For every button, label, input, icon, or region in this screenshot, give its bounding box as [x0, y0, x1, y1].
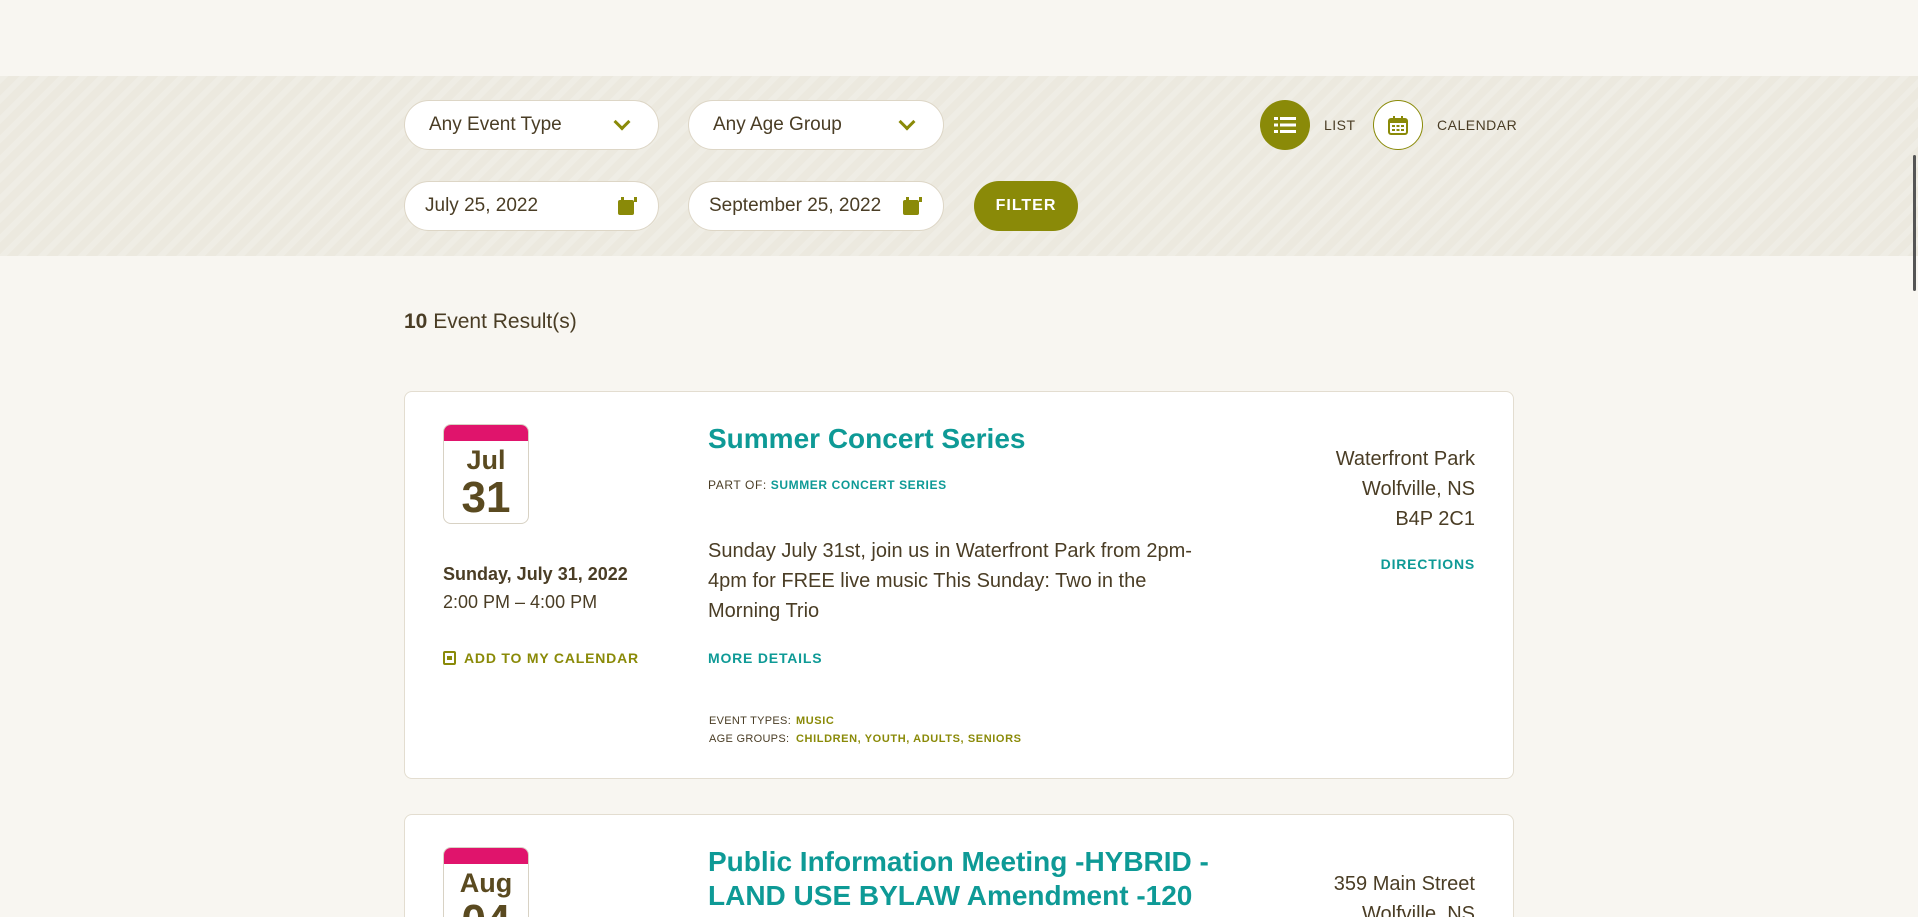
event-datetime: Sunday, July 31, 2022 2:00 PM – 4:00 PM — [443, 560, 628, 616]
calendar-add-icon — [443, 651, 456, 665]
list-icon — [1274, 117, 1296, 133]
event-type-select[interactable]: Any Event Type — [404, 100, 659, 150]
list-view-button[interactable] — [1260, 100, 1310, 150]
start-date-value: July 25, 2022 — [425, 195, 539, 216]
more-details-link[interactable]: MORE DETAILS — [708, 650, 822, 666]
event-title-link[interactable]: Summer Concert Series — [708, 422, 1228, 456]
results-label: Event Result(s) — [433, 310, 577, 333]
calendar-view-label[interactable]: CALENDAR — [1437, 117, 1517, 133]
list-view-label[interactable]: LIST — [1324, 117, 1356, 133]
date-badge-month: Jul — [466, 445, 506, 475]
date-badge-month: Aug — [459, 868, 513, 898]
part-of-link[interactable]: SUMMER CONCERT SERIES — [771, 478, 947, 492]
event-address: Waterfront Park Wolfville, NS B4P 2C1 — [1336, 444, 1475, 534]
date-badge-top — [444, 848, 528, 864]
end-date-value: September 25, 2022 — [709, 195, 882, 216]
event-types-value[interactable]: MUSIC — [796, 712, 834, 730]
address-line: B4P 2C1 — [1395, 508, 1475, 530]
date-badge: Aug 04 — [443, 847, 529, 917]
calendar-icon — [903, 197, 922, 215]
part-of: PART OF: SUMMER CONCERT SERIES — [708, 478, 947, 492]
date-badge: Jul 31 — [443, 424, 529, 524]
results-count: 10 Event Result(s) — [404, 310, 577, 334]
results-number: 10 — [404, 310, 428, 333]
directions-link[interactable]: DIRECTIONS — [1381, 556, 1475, 572]
address-line: 359 Main Street — [1333, 873, 1475, 895]
filter-button[interactable]: FILTER — [974, 181, 1078, 231]
date-badge-day: 31 — [461, 473, 511, 522]
calendar-icon — [1388, 116, 1408, 135]
date-badge-top — [444, 425, 528, 441]
event-card: Aug 04 Public Information Meeting -HYBRI… — [404, 814, 1514, 917]
add-to-calendar-link[interactable]: ADD TO MY CALENDAR — [443, 650, 639, 666]
address-line: Wolfville, NS — [1362, 903, 1475, 917]
event-title-link[interactable]: Public Information Meeting -HYBRID -LAND… — [708, 845, 1228, 913]
event-date: Sunday, July 31, 2022 — [443, 564, 628, 584]
event-type-value: Any Event Type — [429, 114, 562, 135]
address-line: Waterfront Park — [1335, 448, 1475, 470]
event-time: 2:00 PM – 4:00 PM — [443, 592, 598, 612]
event-meta: EVENT TYPES: MUSIC AGE GROUPS: CHILDREN,… — [709, 712, 1022, 748]
age-groups-value[interactable]: CHILDREN, YOUTH, ADULTS, SENIORS — [796, 730, 1022, 748]
filter-band — [0, 76, 1918, 256]
calendar-view-button[interactable] — [1373, 100, 1423, 150]
date-badge-day: 04 — [444, 899, 528, 917]
scrollbar[interactable] — [1913, 155, 1916, 291]
add-to-calendar-label: ADD TO MY CALENDAR — [464, 650, 639, 666]
start-date-input[interactable]: July 25, 2022 — [404, 181, 659, 231]
calendar-icon — [618, 197, 637, 215]
address-line: Wolfville, NS — [1362, 478, 1475, 500]
age-group-select[interactable]: Any Age Group — [688, 100, 944, 150]
chevron-down-icon — [613, 113, 631, 131]
age-group-value: Any Age Group — [713, 114, 842, 135]
end-date-input[interactable]: September 25, 2022 — [688, 181, 944, 231]
event-address: 359 Main Street Wolfville, NS — [1334, 869, 1475, 917]
age-groups-label: AGE GROUPS: — [709, 733, 790, 745]
chevron-down-icon — [898, 113, 916, 131]
event-types-label: EVENT TYPES: — [709, 715, 792, 727]
event-card: Jul 31 Sunday, July 31, 2022 2:00 PM – 4… — [404, 391, 1514, 779]
part-of-label: PART OF: — [708, 478, 767, 492]
event-description: Sunday July 31st, join us in Waterfront … — [708, 540, 1192, 622]
